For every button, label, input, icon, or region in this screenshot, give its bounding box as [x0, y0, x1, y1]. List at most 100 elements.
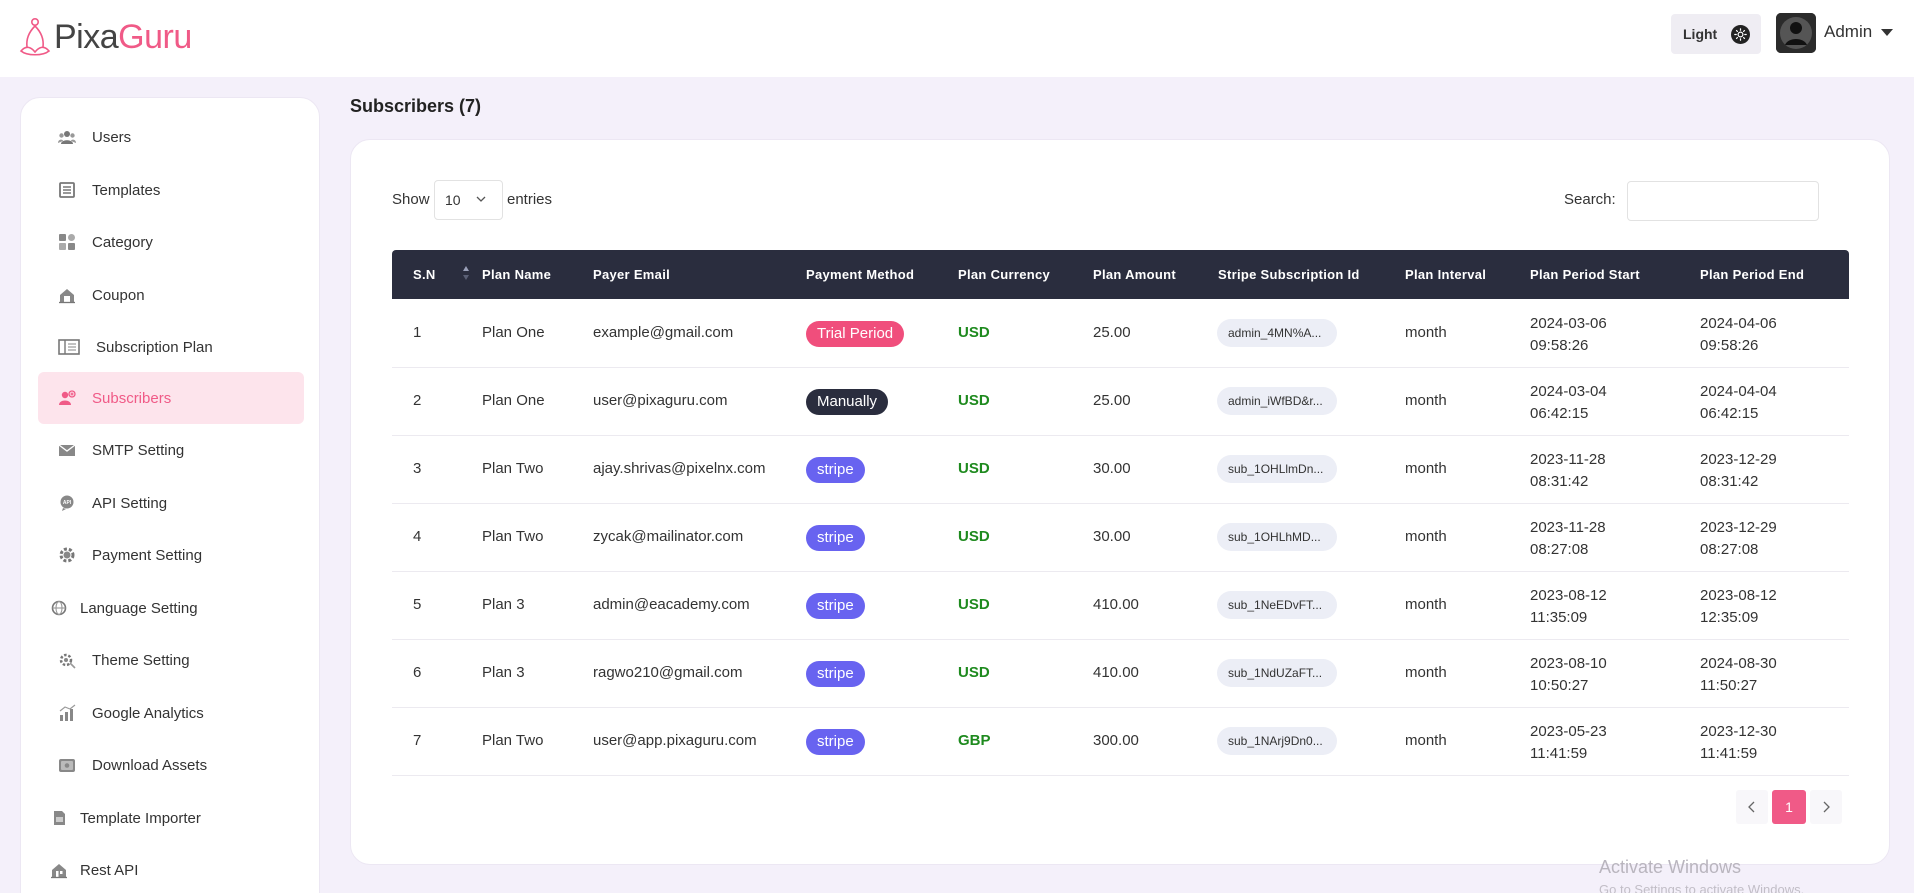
period-start-time: 06:42:15	[1530, 405, 1589, 422]
cell-currency: USD	[958, 528, 990, 545]
column-header-payment-method[interactable]: Payment Method	[806, 267, 914, 282]
cell-interval: month	[1405, 392, 1447, 409]
search-label: Search:	[1564, 191, 1616, 208]
period-end-date: 2023-08-12	[1700, 587, 1777, 604]
rest-api-icon	[50, 861, 68, 879]
table-row: 4 Plan Two zycak@mailinator.com stripe U…	[392, 504, 1849, 572]
column-header-plan-amount[interactable]: Plan Amount	[1093, 267, 1176, 282]
period-start-date: 2023-11-28	[1530, 451, 1606, 468]
sidebar-item-users[interactable]: Users	[38, 111, 304, 163]
cell-plan-name: Plan Two	[482, 732, 544, 749]
cell-amount: 30.00	[1093, 460, 1131, 477]
sidebar-item-label: Coupon	[92, 286, 145, 304]
sidebar-item-label: Template Importer	[80, 809, 201, 827]
logo-icon	[19, 17, 51, 56]
cell-period-start: 2023-08-12 11:35:09	[1530, 585, 1607, 629]
api-icon: API	[58, 494, 76, 512]
sidebar-item-language-setting[interactable]: Language Setting	[38, 582, 304, 634]
cell-currency: USD	[958, 460, 990, 477]
sidebar-item-download-assets[interactable]: Download Assets	[38, 739, 304, 791]
cell-payer-email: example@gmail.com	[593, 324, 734, 341]
cell-interval: month	[1405, 732, 1447, 749]
cell-period-end: 2023-08-12 12:35:09	[1700, 585, 1777, 629]
theme-toggle-button[interactable]: Light	[1671, 14, 1761, 54]
column-header-plan-interval[interactable]: Plan Interval	[1405, 267, 1486, 282]
cell-sn: 6	[413, 664, 422, 681]
cell-plan-name: Plan 3	[482, 596, 525, 613]
sidebar-item-template-importer[interactable]: Template Importer	[38, 792, 304, 844]
pagination-page-button[interactable]: 1	[1772, 790, 1806, 824]
sidebar-item-category[interactable]: Category	[38, 216, 304, 268]
cell-sn: 4	[413, 528, 422, 545]
templates-icon	[58, 181, 76, 199]
period-start-date: 2024-03-06	[1530, 315, 1607, 332]
cell-period-end: 2023-12-29 08:31:42	[1700, 449, 1777, 493]
theme-icon	[58, 651, 76, 669]
cell-sn: 3	[413, 460, 422, 477]
sidebar-item-subscribers[interactable]: Subscribers	[38, 372, 304, 424]
sidebar-item-rest-api[interactable]: Rest API	[38, 844, 304, 893]
show-label: Show	[392, 191, 430, 208]
column-header-plan-name[interactable]: Plan Name	[482, 267, 551, 282]
pagination-previous-button[interactable]	[1736, 790, 1768, 824]
cell-currency: USD	[958, 392, 990, 409]
subscription-id-chip: sub_1OHLhMD...	[1217, 523, 1337, 551]
subscription-id-chip: sub_1NdUZaFT...	[1217, 659, 1337, 687]
column-header-plan-period-end[interactable]: Plan Period End	[1700, 267, 1804, 282]
pagination-next-button[interactable]	[1810, 790, 1842, 824]
column-header-stripe-subscription-id[interactable]: Stripe Subscription Id	[1218, 267, 1360, 282]
sidebar-item-subscription-plan[interactable]: Subscription Plan	[38, 321, 304, 373]
payment-method-badge: stripe	[806, 661, 865, 687]
period-end-date: 2023-12-30	[1700, 723, 1777, 740]
cell-period-start: 2023-08-10 10:50:27	[1530, 653, 1607, 697]
sidebar-item-label: Language Setting	[80, 599, 198, 617]
sidebar-item-coupon[interactable]: Coupon	[38, 269, 304, 321]
period-end-date: 2023-12-29	[1700, 451, 1777, 468]
cell-period-start: 2023-11-28 08:31:42	[1530, 449, 1606, 493]
sidebar-item-label: Google Analytics	[92, 704, 204, 722]
sidebar-item-smtp-setting[interactable]: SMTP Setting	[38, 424, 304, 476]
period-start-time: 11:41:59	[1530, 745, 1588, 762]
sidebar-item-label: Download Assets	[92, 756, 208, 774]
period-start-date: 2023-08-12	[1530, 587, 1607, 604]
sort-icon[interactable]	[462, 265, 470, 281]
subscription-plan-icon	[58, 338, 80, 356]
page-title: Subscribers (7)	[350, 96, 482, 116]
chevron-right-icon	[1823, 801, 1830, 813]
logo-text-guru: Guru	[118, 17, 192, 56]
sidebar-item-templates[interactable]: Templates	[38, 164, 304, 216]
entries-select[interactable]: 10	[434, 180, 503, 220]
theme-toggle-label: Light	[1683, 26, 1718, 42]
sidebar-item-label: Users	[92, 128, 132, 146]
download-icon	[58, 756, 76, 774]
sidebar-item-label: Subscribers	[92, 389, 172, 407]
users-icon	[58, 128, 76, 146]
avatar[interactable]	[1776, 13, 1816, 53]
sidebar-item-label: Rest API	[80, 861, 139, 879]
sidebar-item-payment-setting[interactable]: Payment Setting	[38, 529, 304, 581]
cell-payer-email: user@app.pixaguru.com	[593, 732, 757, 749]
table-row: 3 Plan Two ajay.shrivas@pixelnx.com stri…	[392, 436, 1849, 504]
cell-plan-name: Plan 3	[482, 664, 525, 681]
search-input[interactable]	[1627, 181, 1819, 221]
subscription-id-chip: admin_4MN%A...	[1217, 319, 1337, 347]
subscription-id-chip: admin_iWfBD&r...	[1217, 387, 1337, 415]
subscription-id-chip: sub_1NeEDvFT...	[1217, 591, 1337, 619]
sidebar-item-api-setting[interactable]: API API Setting	[38, 477, 304, 529]
cell-sn: 7	[413, 732, 422, 749]
user-menu-name[interactable]: Admin	[1824, 22, 1872, 42]
cell-currency: USD	[958, 324, 990, 341]
period-start-date: 2024-03-04	[1530, 383, 1607, 400]
caret-down-icon[interactable]	[1881, 29, 1893, 36]
column-header-payer-email[interactable]: Payer Email	[593, 267, 670, 282]
payment-method-badge: stripe	[806, 525, 865, 551]
cell-period-end: 2024-04-06 09:58:26	[1700, 313, 1777, 357]
logo[interactable]: PixaGuru	[18, 16, 192, 58]
column-header-sn[interactable]: S.N	[413, 266, 469, 282]
sidebar-item-theme-setting[interactable]: Theme Setting	[38, 634, 304, 686]
sidebar-item-google-analytics[interactable]: Google Analytics	[38, 687, 304, 739]
sidebar-item-label: Subscription Plan	[96, 338, 213, 356]
column-header-plan-currency[interactable]: Plan Currency	[958, 267, 1050, 282]
column-header-plan-period-start[interactable]: Plan Period Start	[1530, 267, 1640, 282]
coupon-icon	[58, 286, 76, 304]
